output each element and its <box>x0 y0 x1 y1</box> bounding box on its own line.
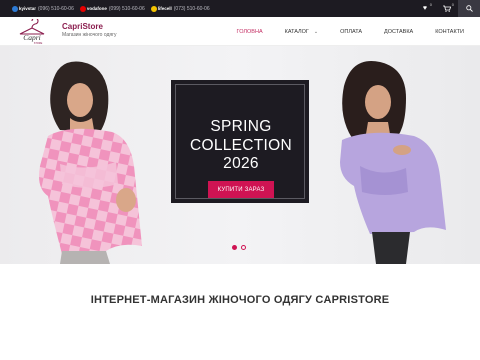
brand[interactable]: CapriStore Магазин жіночого одягу <box>62 22 116 38</box>
brand-name: CapriStore <box>62 22 103 31</box>
promo-title: SPRING COLLECTION 2026 <box>176 118 306 174</box>
main-nav: ГОЛОВНА КАТАЛОГ ⌄ ОПЛАТА ДОСТАВКА КОНТАКТ… <box>215 17 464 46</box>
kyivstar-logo: kyivstar <box>12 5 37 12</box>
vodafone-logo: vodafone <box>79 5 107 12</box>
nav-label: ОПЛАТА <box>340 28 363 35</box>
phone-lifecell[interactable]: lifecell (073) 510-60-06 <box>150 5 210 12</box>
site-header: Capri STORE CapriStore Магазин жіночого … <box>0 17 480 46</box>
nav-label: КАТАЛОГ <box>284 28 309 35</box>
logo-tagline: STORE <box>34 42 43 45</box>
nav-label: КОНТАКТИ <box>435 28 464 35</box>
top-bar: kyivstar (096) 510-60-06 vodafone (099) … <box>0 0 480 17</box>
nav-label: ГОЛОВНА <box>236 28 263 35</box>
phone-number[interactable]: (096) 510-60-06 <box>38 6 74 12</box>
section-title: ІНТЕРНЕТ-МАГАЗИН ЖІНОЧОГО ОДЯГУ CAPRISTO… <box>90 294 390 306</box>
nav-item-contacts[interactable]: КОНТАКТИ <box>435 29 464 35</box>
operator-name: kyivstar <box>19 6 37 11</box>
promo-banner: SPRING COLLECTION 2026 КУПИТИ ЗАРАЗ <box>171 80 309 203</box>
nav-item-home[interactable]: ГОЛОВНА <box>237 29 263 35</box>
lifecell-logo: lifecell <box>150 5 172 12</box>
wishlist-button[interactable]: ♥ 0 <box>414 0 436 17</box>
wishlist-count: 0 <box>429 2 432 7</box>
model-photo-right <box>340 61 446 264</box>
nav-item-delivery[interactable]: ДОСТАВКА <box>384 29 413 35</box>
phone-number[interactable]: (099) 510-60-06 <box>109 6 145 12</box>
phone-kyivstar[interactable]: kyivstar (096) 510-60-06 <box>12 5 74 12</box>
brand-tagline: Магазин жіночого одягу <box>62 32 117 38</box>
promo-line-3: 2026 <box>223 155 259 172</box>
logo-text: Capri <box>23 33 41 42</box>
operator-name: vodafone <box>86 6 107 11</box>
nav-item-catalog[interactable]: КАТАЛОГ ⌄ <box>285 29 318 35</box>
operator-name: lifecell <box>157 6 172 11</box>
nav-item-payment[interactable]: ОПЛАТА <box>340 29 362 35</box>
logo[interactable]: Capri STORE <box>16 19 48 45</box>
cart-button[interactable]: 0 <box>436 0 458 17</box>
hero-slider[interactable]: SPRING COLLECTION 2026 КУПИТИ ЗАРАЗ <box>0 46 480 264</box>
heart-icon: ♥ <box>422 5 428 12</box>
buy-now-button[interactable]: КУПИТИ ЗАРАЗ <box>208 181 274 198</box>
slider-dot-1[interactable] <box>232 245 237 250</box>
search-button[interactable] <box>458 0 480 17</box>
promo-line-1: SPRING <box>210 118 272 135</box>
search-icon <box>465 5 473 12</box>
chevron-down-icon: ⌄ <box>313 28 319 35</box>
cart-count: 0 <box>451 2 454 7</box>
promo-frame: SPRING COLLECTION 2026 КУПИТИ ЗАРАЗ <box>175 84 305 199</box>
model-photo-left <box>39 61 142 264</box>
promo-line-2: COLLECTION <box>189 136 293 154</box>
cart-icon <box>443 5 451 12</box>
header-actions: ♥ 0 0 <box>414 0 480 17</box>
slider-dot-2[interactable] <box>241 245 246 250</box>
phone-number[interactable]: (073) 510-60-06 <box>174 6 210 12</box>
phone-vodafone[interactable]: vodafone (099) 510-60-06 <box>79 5 145 12</box>
slider-pagination <box>232 245 250 250</box>
nav-label: ДОСТАВКА <box>384 28 414 35</box>
